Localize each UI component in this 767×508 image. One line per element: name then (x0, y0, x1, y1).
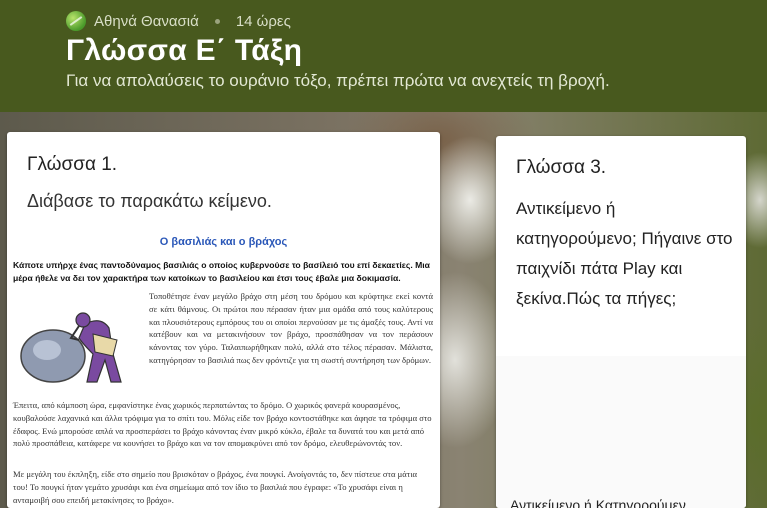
man-pushing-rock-illustration (20, 312, 122, 383)
page-header: Αθηνά Θανασιά 14 ώρες Γλώσσα Ε΄ Τάξη Για… (0, 0, 767, 112)
header-meta: Αθηνά Θανασιά 14 ώρες (66, 10, 291, 32)
page-title: Γλώσσα Ε΄ Τάξη (66, 34, 303, 67)
document-image: Ο βασιλιάς και ο βράχος Κάποτε υπήρχε έν… (7, 232, 440, 508)
document-paragraph: Με μεγάλη του έκπληξη, είδε στο σημείο π… (13, 469, 418, 505)
avatar[interactable] (66, 11, 86, 31)
page-subtitle: Για να απολαύσεις το ουράνιο τόξο, πρέπε… (66, 71, 610, 90)
document-paragraph: Έπειτα, από κάμποση ώρα, εμφανίστηκε ένα… (13, 400, 432, 449)
card-title: Γλώσσα 3. (516, 157, 607, 178)
attachment-title[interactable]: Αντικείμενο ή Κατηγορούμεν (510, 497, 686, 508)
card-prompt: Αντικείμενο ή κατηγορούμενο; Πήγαινε στο… (516, 199, 733, 308)
card-title: Γλώσσα 1. (27, 154, 118, 175)
document-paragraph: Τοποθέτησε έναν μεγάλο βράχο στη μέση το… (149, 291, 433, 365)
embed-area[interactable] (496, 356, 746, 508)
card-glossa-3[interactable]: Γλώσσα 3. Αντικείμενο ή κατηγορούμενο; Π… (496, 136, 746, 508)
card-prompt: Διάβασε το παρακάτω κείμενο. (27, 191, 272, 211)
duration-label: 14 ώρες (235, 12, 291, 30)
card-glossa-1[interactable]: Γλώσσα 1. Διάβασε το παρακάτω κείμενο. Ο… (7, 132, 440, 508)
document-intro: Κάποτε υπήρχε ένας παντοδύναμος βασιλιάς… (13, 260, 430, 283)
separator-dot (214, 18, 220, 24)
document-title: Ο βασιλιάς και ο βράχος (159, 236, 288, 248)
author-name[interactable]: Αθηνά Θανασιά (94, 13, 199, 30)
